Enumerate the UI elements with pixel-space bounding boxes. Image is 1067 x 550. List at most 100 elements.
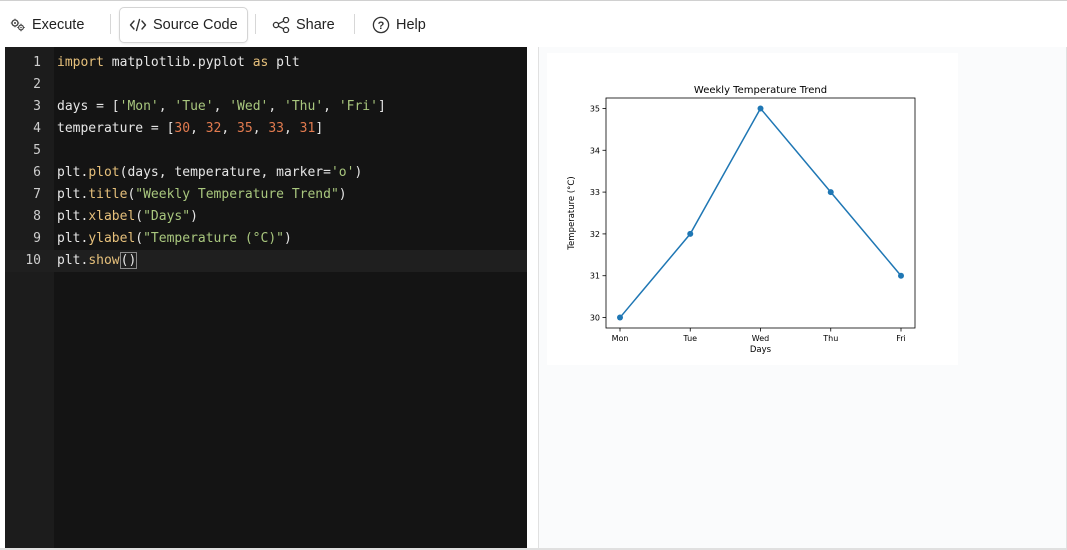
series-line [619,107,902,319]
code-token: 'Tue' [174,99,214,114]
execute-label: Execute [32,17,85,33]
output-panel: Weekly Temperature Trend 30 31 32 33 34 35 Mon T… [538,47,1067,548]
y-tick-label: 30 [590,314,600,323]
code-token: ) [190,209,198,224]
code-token: 'Fri' [338,99,378,114]
line-number: 8 [33,209,41,224]
code-token: 'Mon' [119,99,159,114]
y-tick-label: 35 [590,104,600,113]
y-tick-label: 33 [590,188,600,197]
x-tick-label: Mon [612,334,629,343]
source-code-label: Source Code [153,17,238,33]
chart-title: Weekly Temperature Trend [694,85,827,96]
help-icon: ? [372,16,390,34]
code-token: 30 [174,121,191,136]
code-token: import [57,55,104,70]
data-point [757,105,764,112]
code-token: plt. [57,165,89,180]
share-label: Share [296,17,335,33]
data-point [687,230,694,237]
code-token: xlabel [88,209,136,224]
code-line[interactable]: 8 plt.xlabel("Days") [5,206,527,228]
share-icon [272,17,290,33]
code-text: plt.plot(days, temperature, marker='o') [57,162,362,184]
code-line[interactable]: 9 plt.ylabel("Temperature (°C)") [5,228,527,250]
x-tick-label: Fri [896,334,906,343]
gears-icon [10,18,26,32]
code-token: 33 [268,121,284,136]
y-tick-label: 32 [590,230,600,239]
help-label: Help [396,17,426,33]
code-line[interactable]: 10 plt.show() [5,250,527,272]
code-token: 'Wed' [229,99,269,114]
code-text: plt.xlabel("Days") [57,206,198,228]
code-token: "Days" [143,209,191,224]
execute-button[interactable]: Execute [10,7,84,43]
code-token: 'o' [330,165,355,180]
plot-card: Weekly Temperature Trend 30 31 32 33 34 35 Mon T… [547,53,958,365]
x-tick-label: Wed [752,334,769,343]
x-axis-label: Days [750,345,772,355]
code-token: ) [284,231,292,246]
code-line[interactable]: 6 plt.plot(days, temperature, marker='o') [5,162,527,184]
code-token: plt. [57,231,89,246]
code-line[interactable]: 3 days = ['Mon', 'Tue', 'Wed', 'Thu', 'Fr… [5,96,527,118]
code-line[interactable]: 2 [5,74,527,96]
code-token: (days, temperature, marker= [119,165,331,180]
y-tick-label: 34 [590,146,600,155]
code-token: plt. [57,209,89,224]
code-token: plt [268,55,300,70]
data-point [617,314,623,321]
share-button[interactable]: Share [272,7,335,43]
code-token: "Weekly Temperature Trend" [135,187,339,202]
code-token: 31 [299,121,316,136]
code-text: plt.title("Weekly Temperature Trend") [57,184,347,206]
code-token: , [221,121,238,136]
code-token: plot [88,165,120,180]
code-token: ] [315,121,324,136]
code-line[interactable]: 7 plt.title("Weekly Temperature Trend") [5,184,527,206]
data-point [898,272,904,279]
code-token: , [284,121,300,136]
code-token: days = [ [57,99,120,114]
y-tick-label: 31 [590,272,600,281]
toolbar-divider [354,14,355,34]
line-number: 9 [33,231,41,246]
code-token: , [252,121,269,136]
code-token: ylabel [88,231,136,246]
code-token: , [158,99,175,114]
code-token: title [88,187,128,202]
code-token: ) [354,165,363,180]
code-token: ( [135,231,144,246]
code-line[interactable]: 4 temperature = [30, 32, 35, 33, 31] [5,118,527,140]
line-number: 5 [33,143,41,158]
line-number: 2 [33,77,41,92]
toolbar-divider [110,14,111,34]
code-editor[interactable]: 1 import matplotlib.pyplot as plt 2 3 days =… [5,47,527,548]
line-number: 7 [33,187,41,202]
line-number: 3 [33,99,41,114]
code-line[interactable]: 1 import matplotlib.pyplot as plt [5,52,527,74]
source-code-button[interactable]: Source Code [119,7,248,43]
code-token: ] [377,99,386,114]
code-token: show [88,253,120,268]
help-button[interactable]: ? Help [372,7,426,43]
code-token: plt. [57,253,89,268]
code-token: temperature = [ [57,121,175,136]
code-token: matplotlib.pyplot [103,55,253,70]
data-point [827,189,834,196]
code-text: days = ['Mon', 'Tue', 'Wed', 'Thu', 'Fri… [57,96,386,118]
line-number: 4 [33,121,41,136]
code-text: import matplotlib.pyplot as plt [57,52,300,74]
code-token: as [252,55,269,70]
code-line[interactable]: 5 [5,140,527,162]
code-token: , [323,99,339,114]
code-token: , [190,121,206,136]
x-tick-label: Thu [822,334,838,343]
code-token: 'Thu' [284,99,324,114]
line-number: 1 [33,55,41,70]
svg-text:?: ? [378,20,385,32]
line-number: 10 [25,253,41,268]
code-token: , [268,99,285,114]
code-token: 35 [237,121,253,136]
